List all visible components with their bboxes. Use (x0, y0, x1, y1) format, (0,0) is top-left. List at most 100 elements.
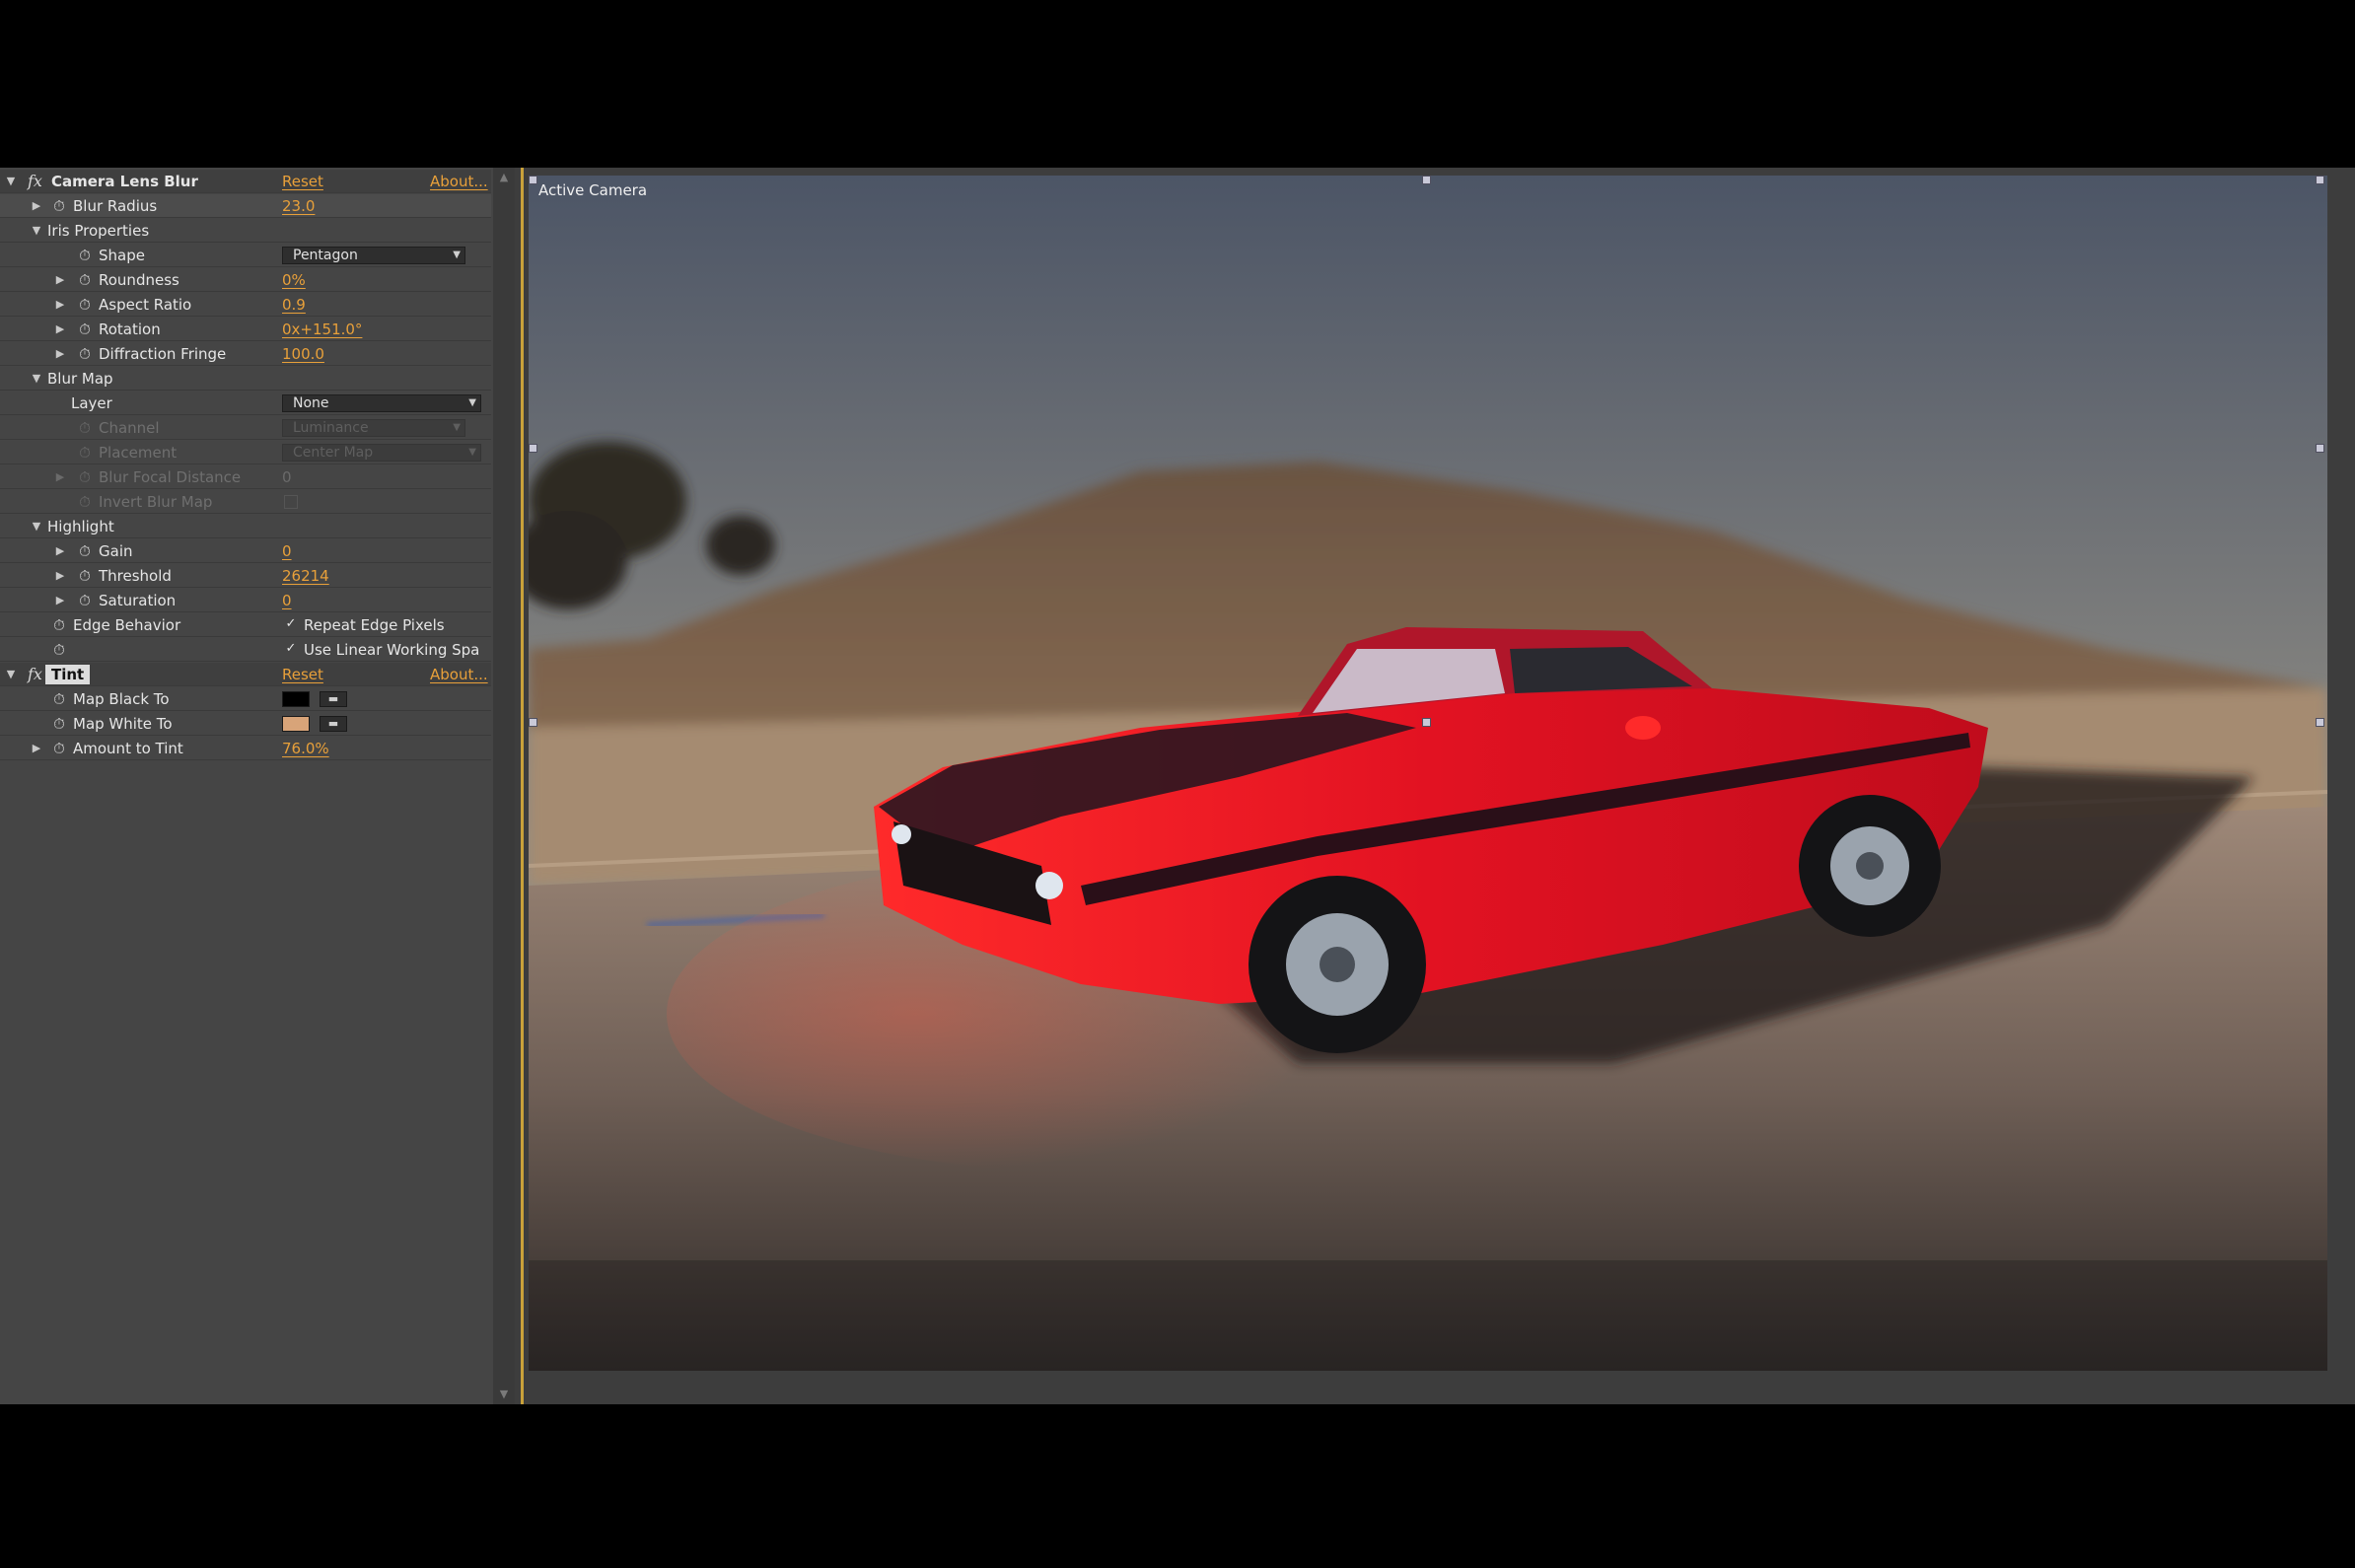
layer-handle[interactable] (529, 444, 537, 453)
checkbox-label: Repeat Edge Pixels (304, 616, 445, 634)
property-label: Channel (99, 419, 160, 437)
reset-link[interactable]: Reset (282, 663, 323, 686)
stopwatch-icon[interactable]: ⏱ (51, 638, 67, 662)
blur-radius-value[interactable]: 23.0 (282, 194, 315, 218)
layer-handle[interactable] (2316, 176, 2324, 184)
expand-triangle-icon[interactable]: ▶ (53, 564, 67, 588)
map-white-color-swatch[interactable] (282, 716, 310, 732)
group-row-iris-properties[interactable]: ▼ Iris Properties (0, 219, 491, 243)
panel-scrollbar[interactable]: ▲ ▼ (493, 168, 515, 1404)
stopwatch-icon[interactable]: ⏱ (77, 244, 93, 267)
stopwatch-icon[interactable]: ⏱ (51, 687, 67, 711)
property-row-map-white-to[interactable]: ⏱ Map White To ▬ (0, 712, 491, 736)
effect-header-camera-lens-blur[interactable]: ▼ fx Camera Lens Blur Reset About... (0, 170, 491, 193)
property-row-roundness[interactable]: ▶ ⏱ Roundness 0% (0, 268, 491, 292)
expand-triangle-icon[interactable]: ▶ (53, 589, 67, 612)
property-row-map-black-to[interactable]: ⏱ Map Black To ▬ (0, 687, 491, 711)
expand-triangle-icon[interactable]: ▶ (53, 293, 67, 317)
layer-handle[interactable] (1422, 176, 1431, 184)
active-camera-label: Active Camera (538, 181, 648, 199)
eyedropper-icon[interactable]: ▬ (320, 691, 347, 707)
roundness-value[interactable]: 0% (282, 268, 306, 292)
threshold-value[interactable]: 26214 (282, 564, 329, 588)
stopwatch-icon: ⏱ (79, 468, 91, 486)
property-row-blur-radius[interactable]: ▶ ⏱ Blur Radius 23.0 (0, 194, 491, 218)
stopwatch-icon[interactable]: ⏱ (51, 712, 67, 736)
property-label: Roundness (99, 271, 179, 289)
collapse-triangle-icon[interactable]: ▼ (4, 663, 18, 686)
stopwatch-icon[interactable]: ⏱ (77, 564, 93, 588)
stopwatch-icon[interactable]: ⏱ (51, 194, 67, 218)
property-row-aspect-ratio[interactable]: ▶ ⏱ Aspect Ratio 0.9 (0, 293, 491, 317)
property-row-saturation[interactable]: ▶ ⏱ Saturation 0 (0, 589, 491, 612)
stopwatch-icon[interactable]: ⏱ (77, 342, 93, 366)
stopwatch-icon[interactable]: ⏱ (77, 293, 93, 317)
scroll-down-arrow-icon[interactable]: ▼ (493, 1385, 515, 1404)
expand-triangle-icon[interactable]: ▶ (53, 268, 67, 292)
property-row-edge-behavior[interactable]: ⏱ Edge Behavior ✓ Repeat Edge Pixels (0, 613, 491, 637)
property-label: Diffraction Fringe (99, 345, 227, 363)
expand-triangle-icon[interactable]: ▶ (30, 194, 43, 218)
property-label: Map Black To (73, 690, 170, 708)
reset-link[interactable]: Reset (282, 170, 323, 193)
use-linear-working-space-checkbox[interactable]: ✓ (284, 642, 298, 656)
collapse-triangle-icon[interactable]: ▼ (30, 367, 43, 391)
about-link[interactable]: About... (430, 170, 488, 193)
eyedropper-icon[interactable]: ▬ (320, 716, 347, 732)
layer-handle[interactable] (2316, 444, 2324, 453)
stopwatch-icon[interactable]: ⏱ (77, 268, 93, 292)
aspect-ratio-value[interactable]: 0.9 (282, 293, 306, 317)
collapse-triangle-icon[interactable]: ▼ (4, 170, 18, 193)
amount-to-tint-value[interactable]: 76.0% (282, 737, 329, 760)
repeat-edge-pixels-checkbox[interactable]: ✓ (284, 617, 298, 631)
layer-handle[interactable] (529, 176, 537, 184)
expand-triangle-icon[interactable]: ▶ (53, 318, 67, 341)
property-row-gain[interactable]: ▶ ⏱ Gain 0 (0, 539, 491, 563)
property-row-threshold[interactable]: ▶ ⏱ Threshold 26214 (0, 564, 491, 588)
fx-icon[interactable]: fx (28, 170, 42, 193)
stopwatch-icon[interactable]: ⏱ (77, 589, 93, 612)
after-effects-workspace: ▼ fx Camera Lens Blur Reset About... ▶ ⏱… (0, 168, 2355, 1404)
property-label: Layer (71, 394, 112, 412)
stopwatch-icon[interactable]: ⏱ (77, 318, 93, 341)
group-row-highlight[interactable]: ▼ Highlight (0, 515, 491, 538)
property-row-rotation[interactable]: ▶ ⏱ Rotation 0x+151.0° (0, 318, 491, 341)
stopwatch-icon[interactable]: ⏱ (51, 613, 67, 637)
property-row-amount-to-tint[interactable]: ▶ ⏱ Amount to Tint 76.0% (0, 737, 491, 760)
property-row-shape[interactable]: ⏱ Shape Pentagon ▼ (0, 244, 491, 267)
gain-value[interactable]: 0 (282, 539, 292, 563)
effect-name: Camera Lens Blur (51, 173, 198, 190)
stopwatch-icon[interactable]: ⏱ (77, 539, 93, 563)
layer-handle[interactable] (1422, 718, 1431, 727)
map-black-color-swatch[interactable] (282, 691, 310, 707)
blur-focal-distance-value: 0 (282, 468, 292, 486)
property-label: Threshold (99, 567, 172, 585)
group-row-blur-map[interactable]: ▼ Blur Map (0, 367, 491, 391)
expand-triangle-icon[interactable]: ▶ (53, 539, 67, 563)
placement-dropdown: Center Map ▼ (282, 444, 481, 462)
property-row-linear-working-space[interactable]: ⏱ ✓ Use Linear Working Spa (0, 638, 491, 662)
property-row-diffraction-fringe[interactable]: ▶ ⏱ Diffraction Fringe 100.0 (0, 342, 491, 366)
composition-canvas[interactable]: Active Camera (529, 176, 2327, 1371)
collapse-triangle-icon[interactable]: ▼ (30, 515, 43, 538)
layer-dropdown[interactable]: None ▼ (282, 394, 481, 412)
scroll-up-arrow-icon[interactable]: ▲ (493, 168, 515, 187)
collapse-triangle-icon[interactable]: ▼ (30, 219, 43, 243)
stopwatch-icon[interactable]: ⏱ (51, 737, 67, 760)
about-link[interactable]: About... (430, 663, 488, 686)
saturation-value[interactable]: 0 (282, 589, 292, 612)
expand-triangle-icon[interactable]: ▶ (30, 737, 43, 760)
effect-header-tint[interactable]: ▼ fx Tint Reset About... (0, 663, 491, 686)
property-row-layer[interactable]: Layer None ▼ (0, 392, 491, 415)
expand-triangle-icon[interactable]: ▶ (53, 342, 67, 366)
rotation-value[interactable]: 0x+151.0° (282, 318, 362, 341)
property-label: Invert Blur Map (99, 493, 213, 511)
dropdown-arrow-icon: ▼ (468, 447, 476, 458)
property-label: Edge Behavior (73, 616, 181, 634)
fx-icon[interactable]: fx (28, 663, 42, 686)
layer-handle[interactable] (2316, 718, 2324, 727)
diffraction-fringe-value[interactable]: 100.0 (282, 342, 324, 366)
shape-dropdown[interactable]: Pentagon ▼ (282, 247, 465, 264)
checkbox-label: Use Linear Working Spa (304, 641, 480, 659)
layer-handle[interactable] (529, 718, 537, 727)
